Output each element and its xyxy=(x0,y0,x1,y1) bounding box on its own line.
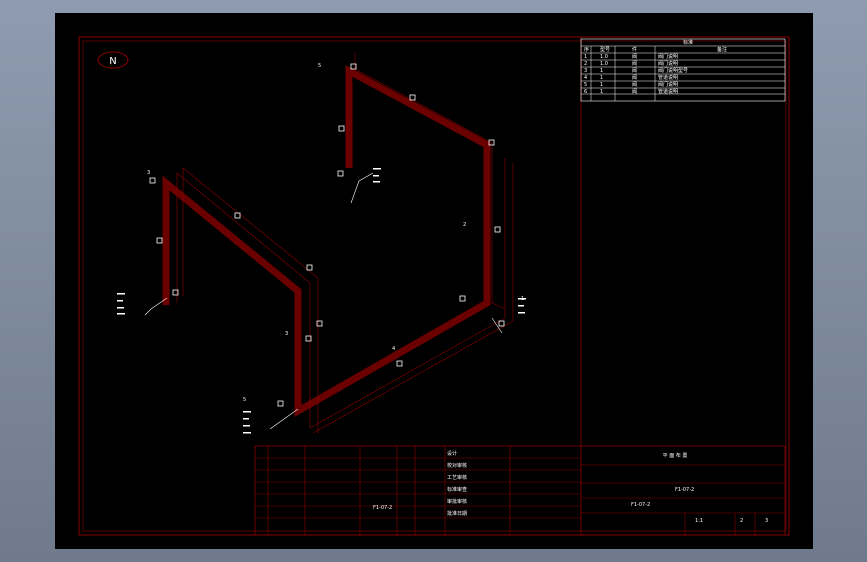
pipe-label: 3 xyxy=(147,170,150,176)
legend-cell: 1 xyxy=(584,54,587,60)
left-drawing-no: F1-07-2 xyxy=(373,505,392,511)
legend-cell: 阀 xyxy=(632,88,637,95)
legend-header: 件 xyxy=(632,46,637,53)
cad-viewport[interactable]: N 5 3 2 3 4 1 xyxy=(55,13,813,549)
legend-cell: 管道说明 xyxy=(658,88,678,95)
legend-cell: 阀 xyxy=(632,74,637,81)
legend-table: 标准 序 型号 件 备注 xyxy=(580,37,786,535)
legend-cell: 1 xyxy=(600,82,603,88)
pipe-label: 2 xyxy=(463,222,466,228)
legend-cell: 5 xyxy=(584,82,587,88)
legend-cell: 1.0 xyxy=(600,61,608,67)
legend-cell: 阀 xyxy=(632,67,637,74)
title-row-label: 批准日期 xyxy=(447,510,467,517)
legend-header: 序 xyxy=(584,46,589,53)
pipe-label: 5 xyxy=(243,397,246,403)
drawing-number-secondary: F1-07-2 xyxy=(631,502,650,508)
pipe-run xyxy=(162,65,491,418)
legend-cell: 阀门说明型号 xyxy=(658,67,688,74)
drawing-number: F1-07-2 xyxy=(675,487,694,493)
legend-cell: 4 xyxy=(584,75,587,81)
pipe-labels: 5 3 2 3 4 1 5 xyxy=(147,63,524,403)
pipe-label: 4 xyxy=(392,346,395,352)
legend-cell: 3 xyxy=(584,68,587,74)
legend-cell: 2 xyxy=(584,61,587,67)
sheet-total: 3 xyxy=(765,518,768,524)
pipe-outlines xyxy=(176,53,514,434)
legend-cell: 阀门说明 xyxy=(658,53,678,60)
title-block: 设计 校对审核 工艺审核 标准审查 审批审核 批准日期 F1-07-2 平 面 … xyxy=(254,445,786,536)
scale: 1:1 xyxy=(695,518,703,524)
legend-cell: 阀门说明 xyxy=(658,60,678,67)
legend-cell: 阀 xyxy=(632,81,637,88)
legend-cell: 1.0 xyxy=(600,54,608,60)
pipe-label: 3 xyxy=(285,331,288,337)
drawing-canvas[interactable]: N 5 3 2 3 4 1 xyxy=(55,13,813,549)
pipe-label: 5 xyxy=(318,63,321,69)
logo-text: N xyxy=(109,56,116,67)
title-row-label: 标准审查 xyxy=(447,486,467,493)
legend-cell: 1 xyxy=(600,68,603,74)
legend-header: 型号 xyxy=(600,46,610,53)
legend-cell: 管道说明 xyxy=(658,74,678,81)
legend-cell: 阀 xyxy=(632,60,637,67)
title-row-label: 审批审核 xyxy=(447,498,467,505)
title-row-label: 工艺审核 xyxy=(447,474,467,481)
pipe-network xyxy=(162,65,491,418)
title-row-label: 校对审核 xyxy=(447,462,467,469)
legend-title: 标准 xyxy=(683,39,693,46)
sheet-number: 2 xyxy=(740,518,743,524)
title-row-label: 设计 xyxy=(447,450,457,457)
legend-cell: 阀门说明 xyxy=(658,81,678,88)
legend-cell: 1 xyxy=(600,75,603,81)
north-logo: N xyxy=(97,51,129,69)
legend-cell: 1 xyxy=(600,89,603,95)
legend-cell: 6 xyxy=(584,89,587,95)
legend-cell: 阀 xyxy=(632,53,637,60)
valve-markers xyxy=(149,63,505,407)
drawing-title: 平 面 布 置 xyxy=(663,452,688,459)
legend-header: 备注 xyxy=(717,46,727,53)
